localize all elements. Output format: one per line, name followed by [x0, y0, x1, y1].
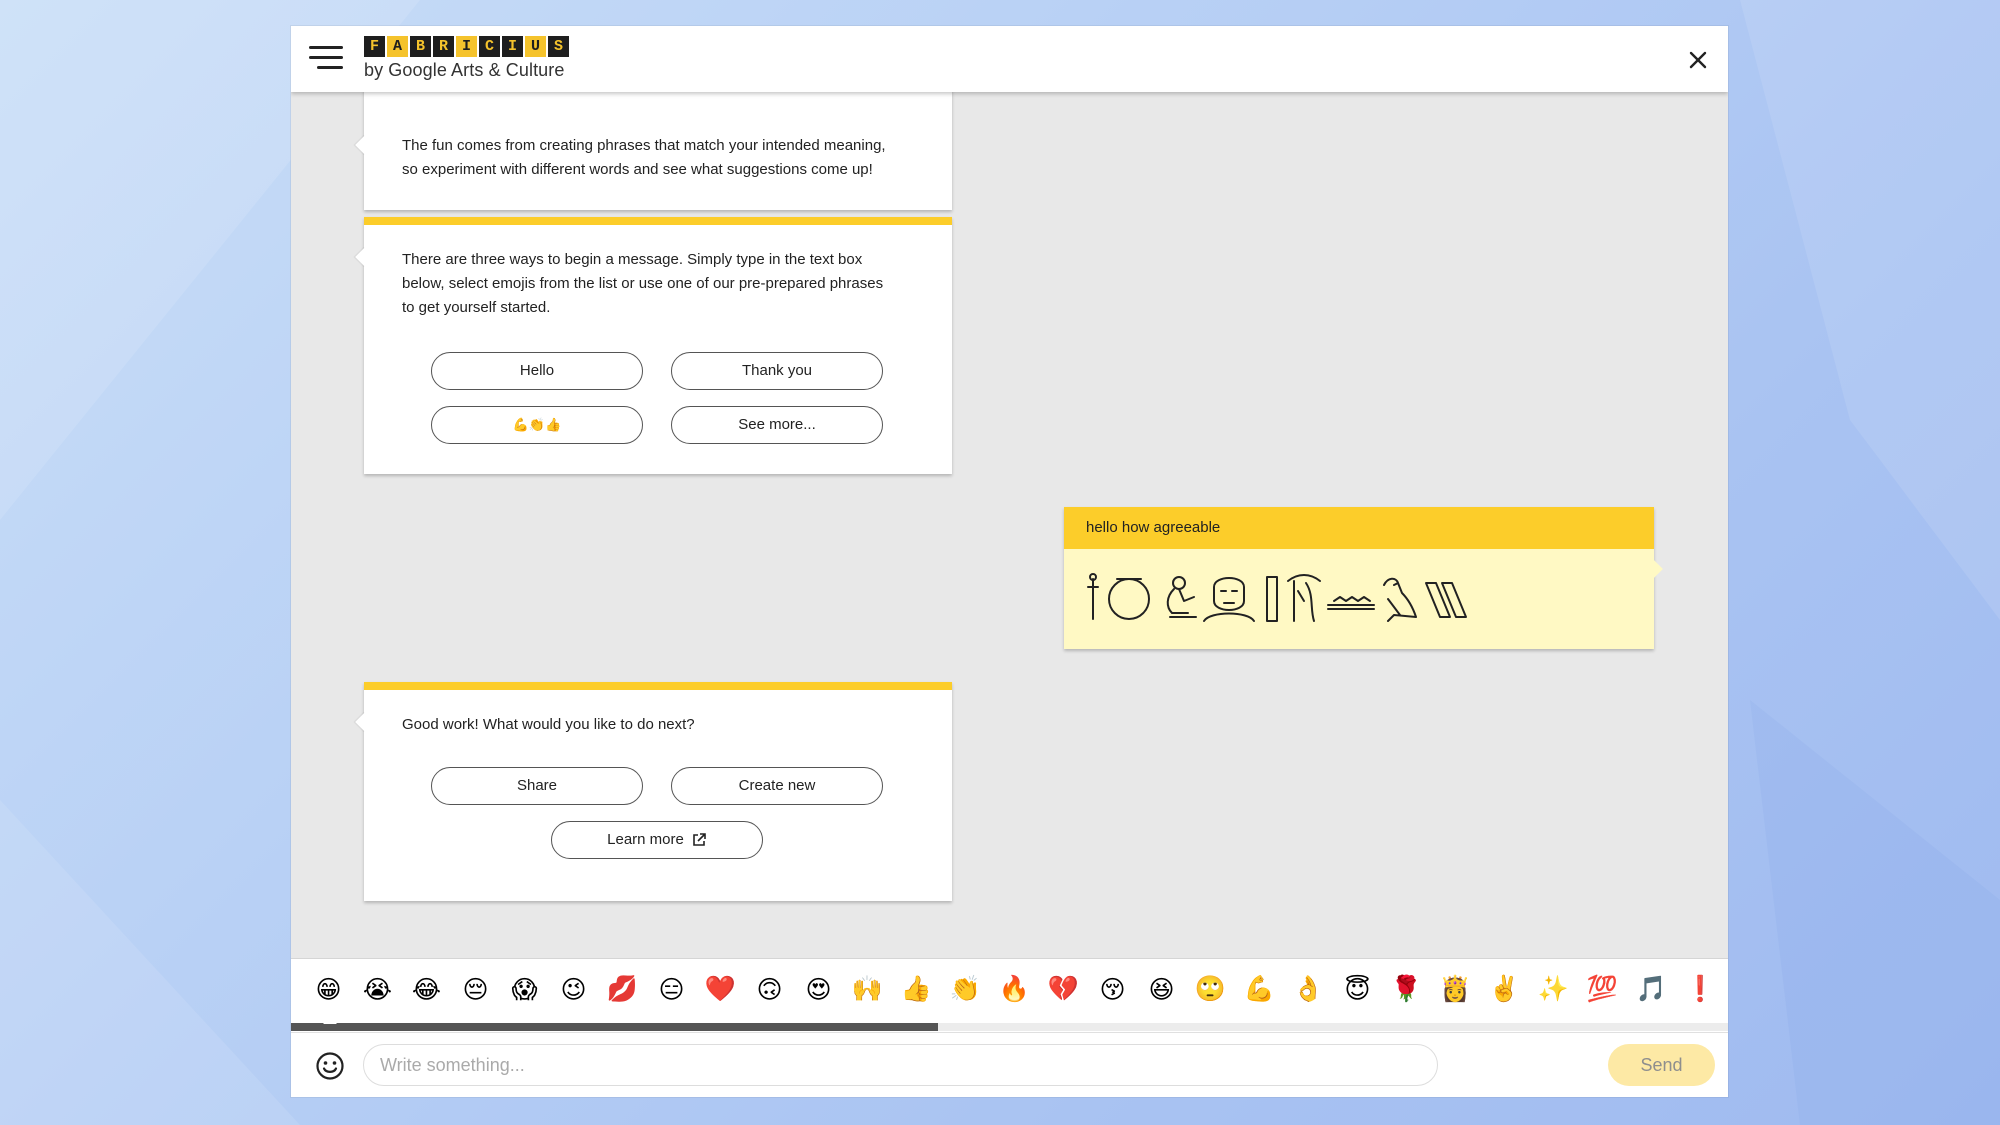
- message-input[interactable]: [363, 1044, 1438, 1086]
- logo-tile: S: [548, 36, 569, 57]
- emoji-picker-bar: 😁 😭 😂 😔 😱 😉 💋 😑 ❤️ 🙃 😍 🙌 👍 👏 🔥 💔 😚 😆 🙄 💪…: [291, 958, 1728, 1033]
- bubble-pointer: [355, 135, 375, 155]
- logo-tile: U: [525, 36, 546, 57]
- vulture-hieroglyph-icon: [1383, 577, 1417, 622]
- learn-more-label: Learn more: [607, 831, 684, 848]
- thank-you-phrase-button[interactable]: Thank you: [671, 352, 883, 390]
- victory-hand-emoji-icon[interactable]: ✌️: [1480, 967, 1529, 1011]
- water-hieroglyph-icon: [1327, 596, 1375, 610]
- scroll-caret-icon: [323, 1017, 337, 1024]
- broken-heart-emoji-icon[interactable]: 💔: [1039, 967, 1088, 1011]
- bubble-pointer: [1643, 559, 1663, 579]
- seated-man-hieroglyph-icon: [1166, 576, 1197, 618]
- hamburger-menu-icon[interactable]: [309, 46, 345, 72]
- thumbs-up-emoji-icon[interactable]: 👍: [892, 967, 941, 1011]
- logo-tile: R: [433, 36, 454, 57]
- flexed-biceps-emoji-icon[interactable]: 💪: [1235, 967, 1284, 1011]
- ring-hieroglyph-icon: [1108, 578, 1150, 620]
- logo-tile: C: [479, 36, 500, 57]
- halo-emoji-icon[interactable]: 😇: [1333, 967, 1382, 1011]
- clapping-emoji-icon[interactable]: 👏: [941, 967, 990, 1011]
- expressionless-emoji-icon[interactable]: 😑: [647, 967, 696, 1011]
- message-composer: Send: [291, 1032, 1728, 1097]
- close-icon[interactable]: [1688, 50, 1708, 70]
- fire-emoji-icon[interactable]: 🔥: [990, 967, 1039, 1011]
- red-heart-emoji-icon[interactable]: ❤️: [696, 967, 745, 1011]
- grinning-emoji-icon[interactable]: 😁: [304, 967, 353, 1011]
- tip-text-line-2: so experiment with different words and s…: [402, 161, 873, 178]
- kiss-lips-emoji-icon[interactable]: 💋: [598, 967, 647, 1011]
- bubble-pointer: [355, 247, 375, 267]
- crying-emoji-icon[interactable]: 😭: [353, 967, 402, 1011]
- emoji-phrase-button[interactable]: 💪👏👍: [431, 406, 643, 444]
- learn-more-button[interactable]: Learn more: [551, 821, 763, 859]
- hundred-points-emoji-icon[interactable]: 💯: [1578, 967, 1627, 1011]
- logo-wordmark: F A B R I C I U S: [364, 36, 571, 57]
- pensive-emoji-icon[interactable]: 😔: [451, 967, 500, 1011]
- hello-phrase-button[interactable]: Hello: [431, 352, 643, 390]
- start-text-line-2: below, select emojis from the list or us…: [402, 275, 884, 292]
- create-new-button[interactable]: Create new: [671, 767, 883, 805]
- emoji-toggle-icon[interactable]: [315, 1051, 345, 1081]
- fabricius-app-window: F A B R I C I U S by Google Arts & Cultu…: [291, 26, 1728, 1097]
- face-hieroglyph-icon: [1203, 577, 1255, 622]
- next-prompt-text: Good work! What would you like to do nex…: [402, 716, 695, 733]
- logo-tile: I: [502, 36, 523, 57]
- emoji-scrollbar-thumb[interactable]: [291, 1023, 938, 1031]
- start-text-line-3: to get yourself started.: [402, 299, 551, 316]
- emoji-list: 😁 😭 😂 😔 😱 😉 💋 😑 ❤️ 🙃 😍 🙌 👍 👏 🔥 💔 😚 😆 🙄 💪…: [304, 967, 1725, 1011]
- screaming-emoji-icon[interactable]: 😱: [500, 967, 549, 1011]
- user-message: hello how agreeable: [1064, 507, 1663, 649]
- strokes-hieroglyph-icon: [1425, 582, 1467, 618]
- share-button[interactable]: Share: [431, 767, 643, 805]
- tip-text-line-1: The fun comes from creating phrases that…: [402, 137, 886, 154]
- musical-note-emoji-icon[interactable]: 🎵: [1627, 967, 1676, 1011]
- bubble-pointer: [355, 712, 375, 732]
- bot-message-next: Good work! What would you like to do nex…: [355, 682, 952, 901]
- exclamation-emoji-icon[interactable]: ❗: [1676, 967, 1725, 1011]
- logo-subtitle: by Google Arts & Culture: [364, 60, 565, 80]
- winking-emoji-icon[interactable]: 😉: [549, 967, 598, 1011]
- logo-tile: I: [456, 36, 477, 57]
- upside-down-emoji-icon[interactable]: 🙃: [745, 967, 794, 1011]
- external-link-icon: [693, 833, 706, 846]
- kissing-emoji-icon[interactable]: 😚: [1088, 967, 1137, 1011]
- logo-tile: F: [364, 36, 385, 57]
- eye-roll-emoji-icon[interactable]: 🙄: [1186, 967, 1235, 1011]
- heart-eyes-emoji-icon[interactable]: 😍: [794, 967, 843, 1011]
- bow-hieroglyph-icon: [1287, 574, 1321, 622]
- ok-hand-emoji-icon[interactable]: 👌: [1284, 967, 1333, 1011]
- user-message-text: hello how agreeable: [1064, 507, 1654, 549]
- laughing-emoji-icon[interactable]: 😆: [1137, 967, 1186, 1011]
- start-text-line-1: There are three ways to begin a message.…: [402, 251, 863, 268]
- princess-emoji-icon[interactable]: 👸: [1431, 967, 1480, 1011]
- see-more-button[interactable]: See more...: [671, 406, 883, 444]
- send-button[interactable]: Send: [1608, 1044, 1715, 1086]
- fabricius-logo[interactable]: F A B R I C I U S by Google Arts & Cultu…: [364, 36, 571, 81]
- sparkles-emoji-icon[interactable]: ✨: [1529, 967, 1578, 1011]
- app-header: F A B R I C I U S by Google Arts & Cultu…: [291, 26, 1728, 92]
- hieroglyph-translation: [1087, 573, 1467, 622]
- raising-hands-emoji-icon[interactable]: 🙌: [843, 967, 892, 1011]
- sceptre-hieroglyph-icon: [1087, 573, 1099, 620]
- logo-tile: B: [410, 36, 431, 57]
- reed-hieroglyph-icon: [1266, 576, 1278, 622]
- tears-of-joy-emoji-icon[interactable]: 😂: [402, 967, 451, 1011]
- rose-emoji-icon[interactable]: 🌹: [1382, 967, 1431, 1011]
- bot-message-start: There are three ways to begin a message.…: [355, 217, 952, 474]
- logo-tile: A: [387, 36, 408, 57]
